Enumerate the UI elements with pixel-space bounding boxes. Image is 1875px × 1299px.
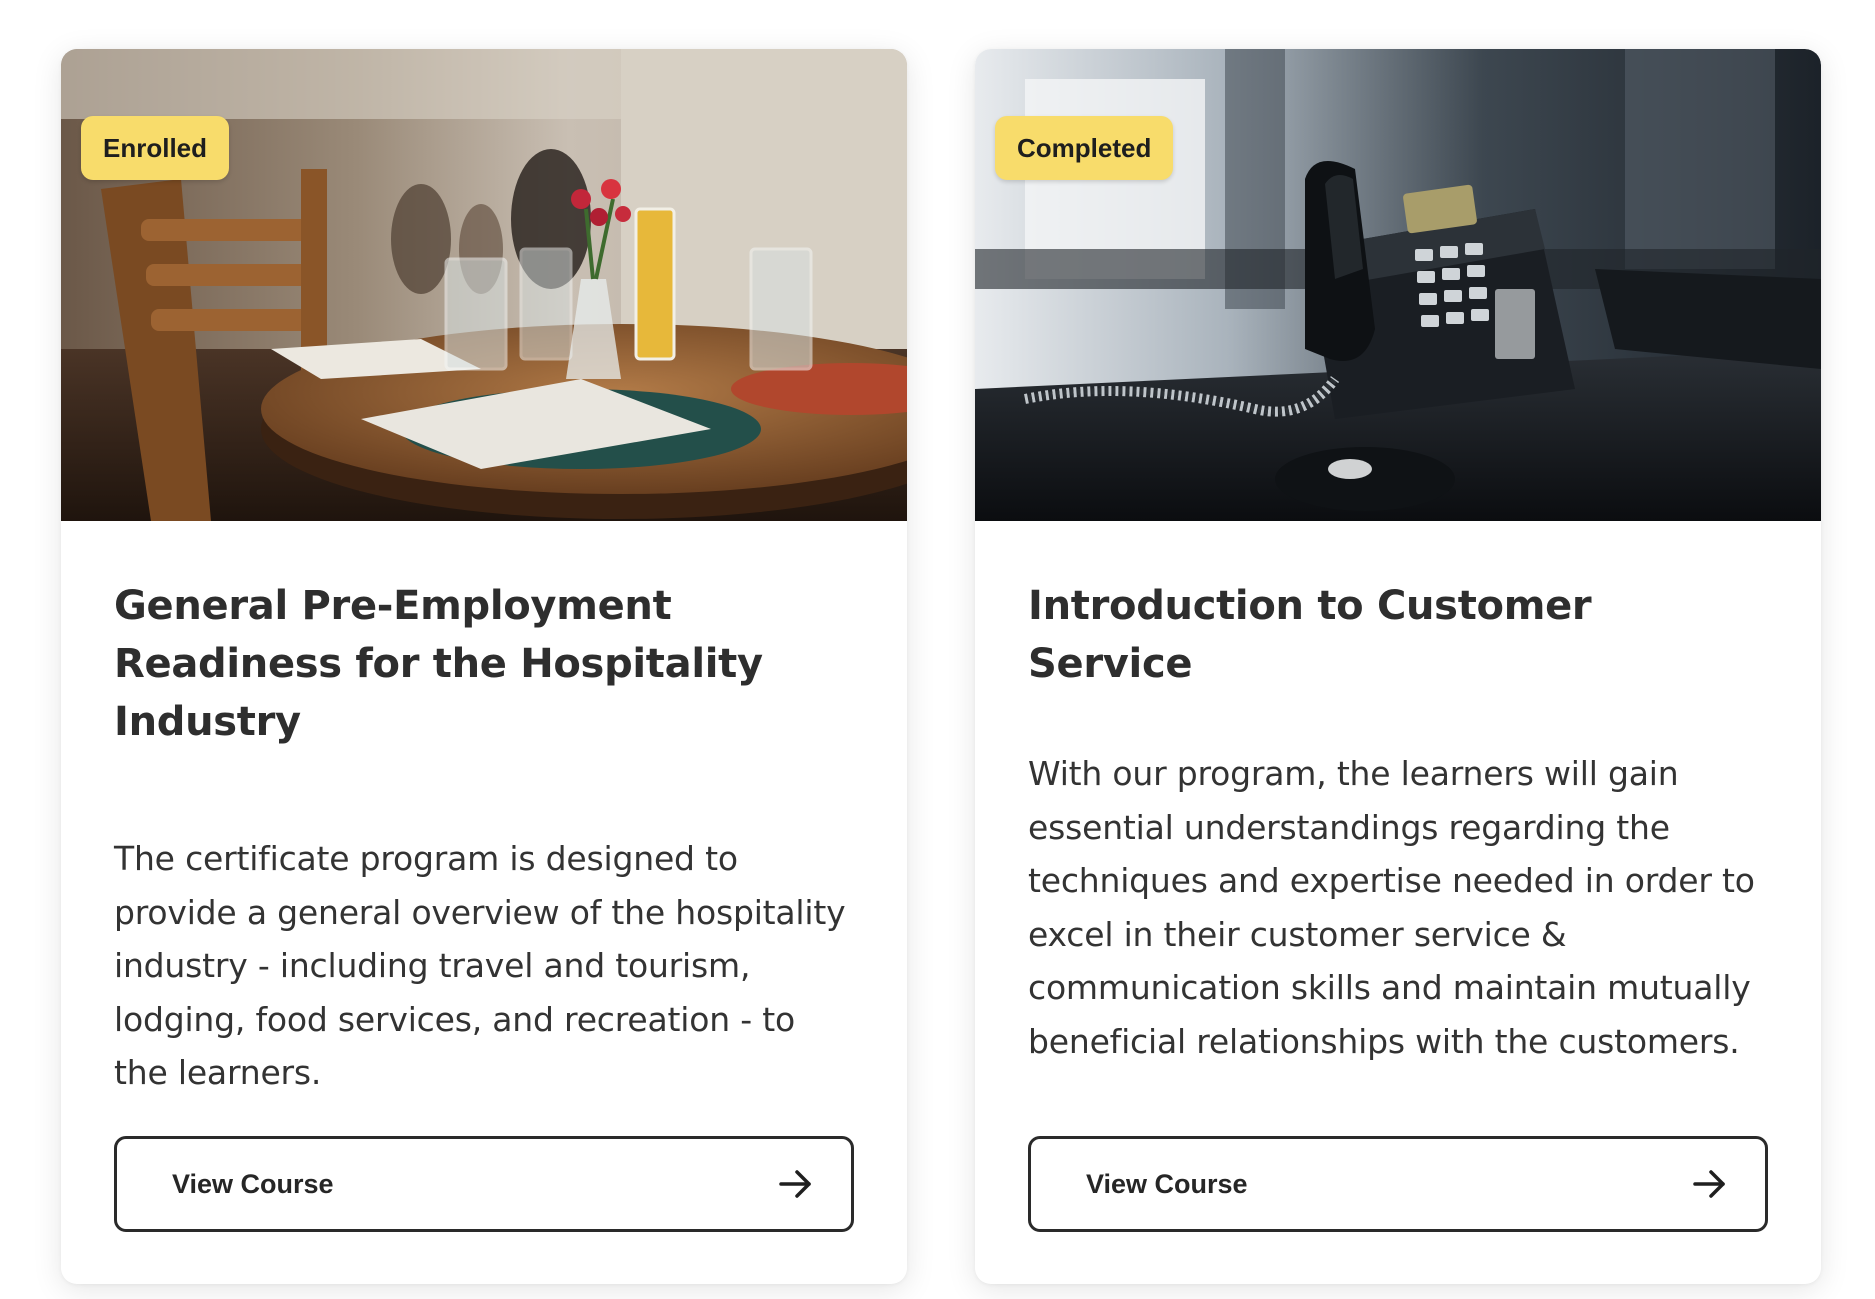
course-card-body: Introduction to Customer Service With ou… xyxy=(1028,577,1768,1061)
course-card: Completed Introduction to Customer Servi… xyxy=(975,49,1821,1284)
course-description: With our program, the learners will gain… xyxy=(1028,754,1755,1061)
arrow-right-icon xyxy=(1693,1169,1727,1199)
view-course-button[interactable]: View Course xyxy=(114,1136,854,1232)
course-title: General Pre-Employment Readiness for the… xyxy=(114,583,763,745)
course-image: Enrolled xyxy=(61,49,907,521)
course-description: The certificate program is designed to p… xyxy=(114,839,846,1092)
course-card-body: General Pre-Employment Readiness for the… xyxy=(114,577,854,1092)
view-course-button[interactable]: View Course xyxy=(1028,1136,1768,1232)
view-course-label: View Course xyxy=(1086,1168,1248,1199)
status-badge: Completed xyxy=(995,116,1174,180)
course-card: Enrolled General Pre-Employment Readines… xyxy=(61,49,907,1284)
status-badge: Enrolled xyxy=(81,116,230,180)
course-image: Completed xyxy=(975,49,1821,521)
arrow-right-icon xyxy=(779,1169,813,1199)
course-card-list: Enrolled General Pre-Employment Readines… xyxy=(0,0,1875,1299)
course-title: Introduction to Customer Service xyxy=(1028,583,1592,687)
view-course-label: View Course xyxy=(172,1168,334,1199)
